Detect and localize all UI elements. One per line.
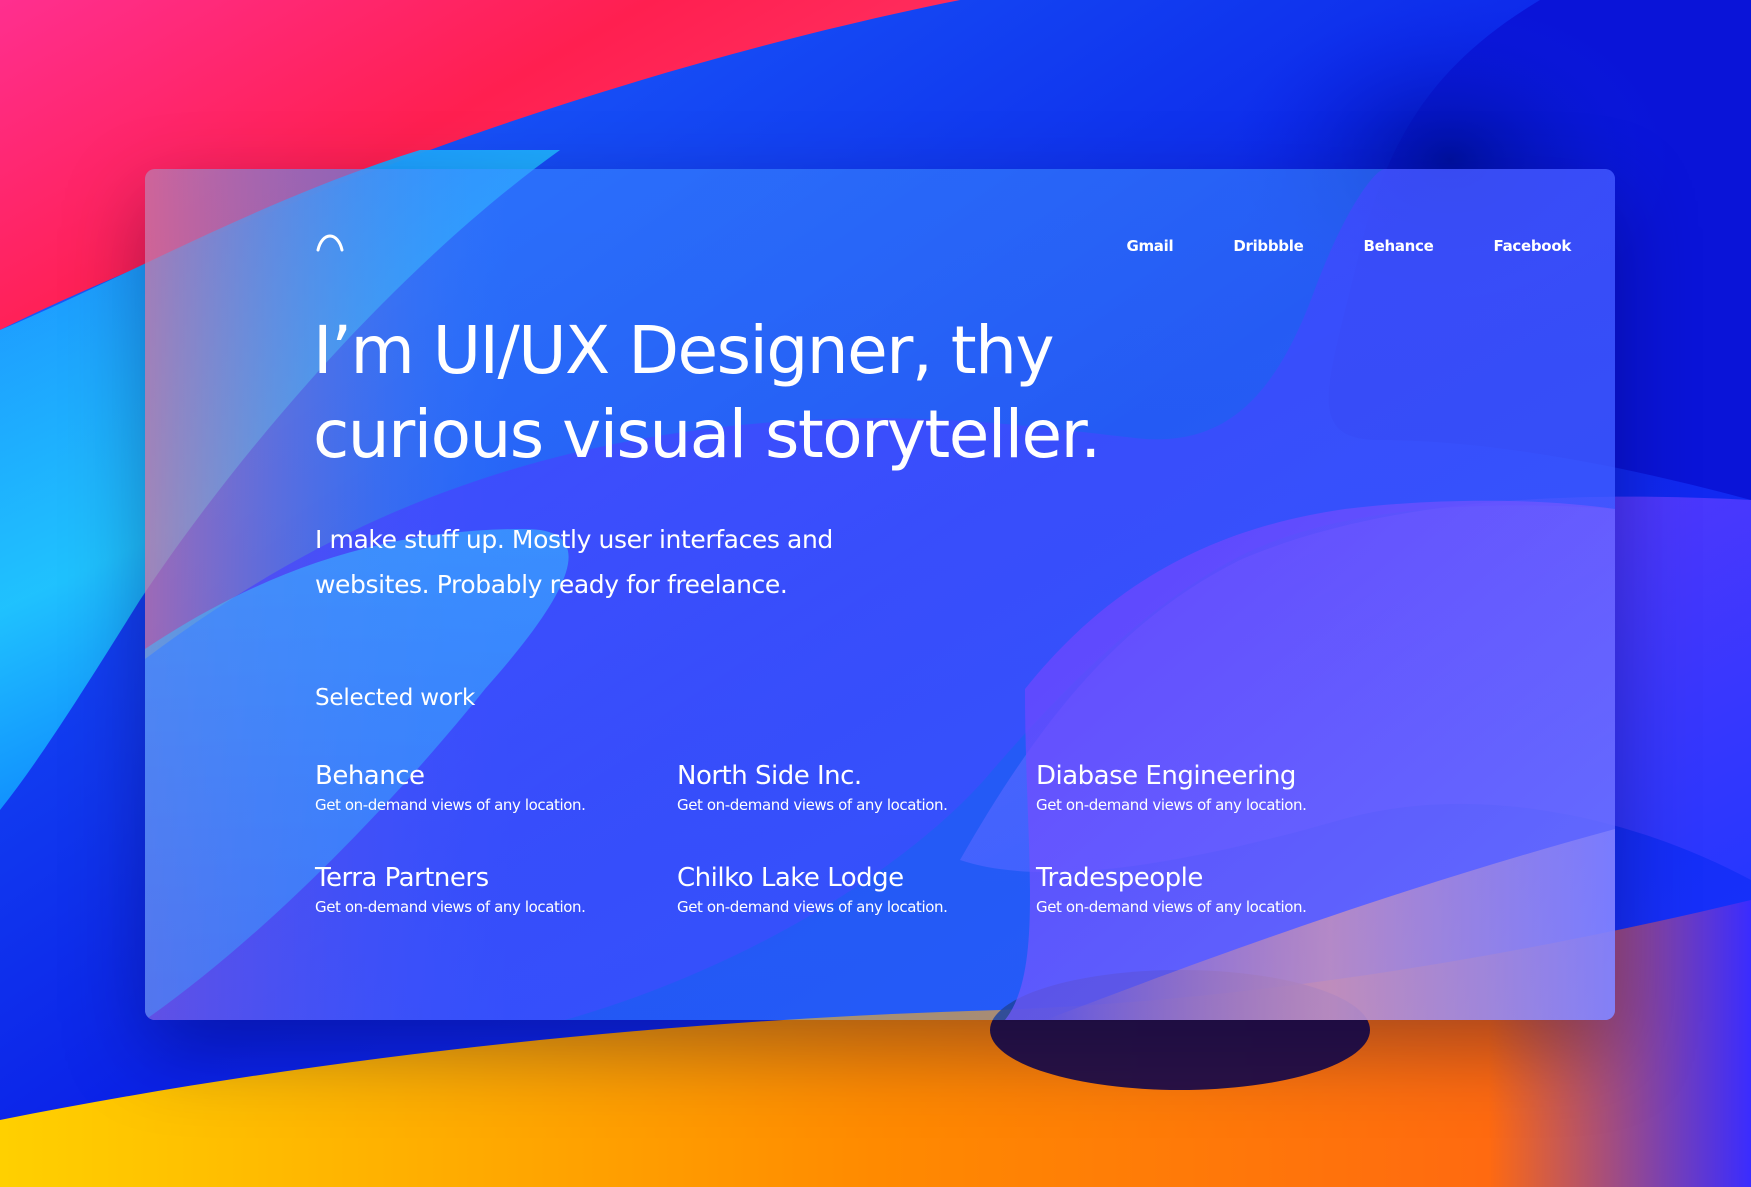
top-nav: Gmail Dribbble Behance Facebook [1126, 237, 1571, 255]
work-item-terra-partners[interactable]: Terra Partners Get on-demand views of an… [315, 861, 655, 919]
work-item-description: Get on-demand views of any location. [1036, 796, 1307, 814]
nav-link-behance[interactable]: Behance [1363, 237, 1433, 255]
nav-link-facebook[interactable]: Facebook [1494, 237, 1572, 255]
work-item-chilko-lake-lodge[interactable]: Chilko Lake Lodge Get on-demand views of… [677, 861, 1017, 919]
glass-panel: Gmail Dribbble Behance Facebook I’m UI/U… [145, 169, 1615, 1020]
chevron-up-icon[interactable] [315, 231, 345, 253]
selected-work-heading: Selected work [315, 685, 476, 711]
work-item-tradespeople[interactable]: Tradespeople Get on-demand views of any … [1036, 861, 1376, 919]
hero-headline-line-1: I’m UI/UX Designer, thy [313, 312, 1055, 389]
work-item-behance[interactable]: Behance Get on-demand views of any locat… [315, 759, 655, 817]
work-item-title: Tradespeople [1036, 863, 1203, 893]
nav-link-dribbble[interactable]: Dribbble [1233, 237, 1303, 255]
work-item-diabase-engineering[interactable]: Diabase Engineering Get on-demand views … [1036, 759, 1376, 817]
work-item-title: Chilko Lake Lodge [677, 863, 904, 893]
hero-intro-line-1: I make stuff up. Mostly user interfaces … [315, 525, 833, 554]
work-item-title: Terra Partners [315, 863, 489, 893]
work-item-description: Get on-demand views of any location. [315, 898, 586, 916]
nav-link-gmail[interactable]: Gmail [1126, 237, 1173, 255]
hero-headline-line-2: curious visual storyteller. [313, 396, 1101, 473]
work-item-north-side[interactable]: North Side Inc. Get on-demand views of a… [677, 759, 1017, 817]
hero-headline: I’m UI/UX Designer, thy curious visual s… [313, 309, 1101, 477]
work-item-description: Get on-demand views of any location. [1036, 898, 1307, 916]
hero-intro: I make stuff up. Mostly user interfaces … [315, 517, 833, 607]
work-item-description: Get on-demand views of any location. [315, 796, 586, 814]
work-item-title: Behance [315, 761, 425, 791]
work-item-title: North Side Inc. [677, 761, 862, 791]
hero-intro-line-2: websites. Probably ready for freelance. [315, 570, 788, 599]
work-item-description: Get on-demand views of any location. [677, 898, 948, 916]
work-item-description: Get on-demand views of any location. [677, 796, 948, 814]
work-item-title: Diabase Engineering [1036, 761, 1296, 791]
